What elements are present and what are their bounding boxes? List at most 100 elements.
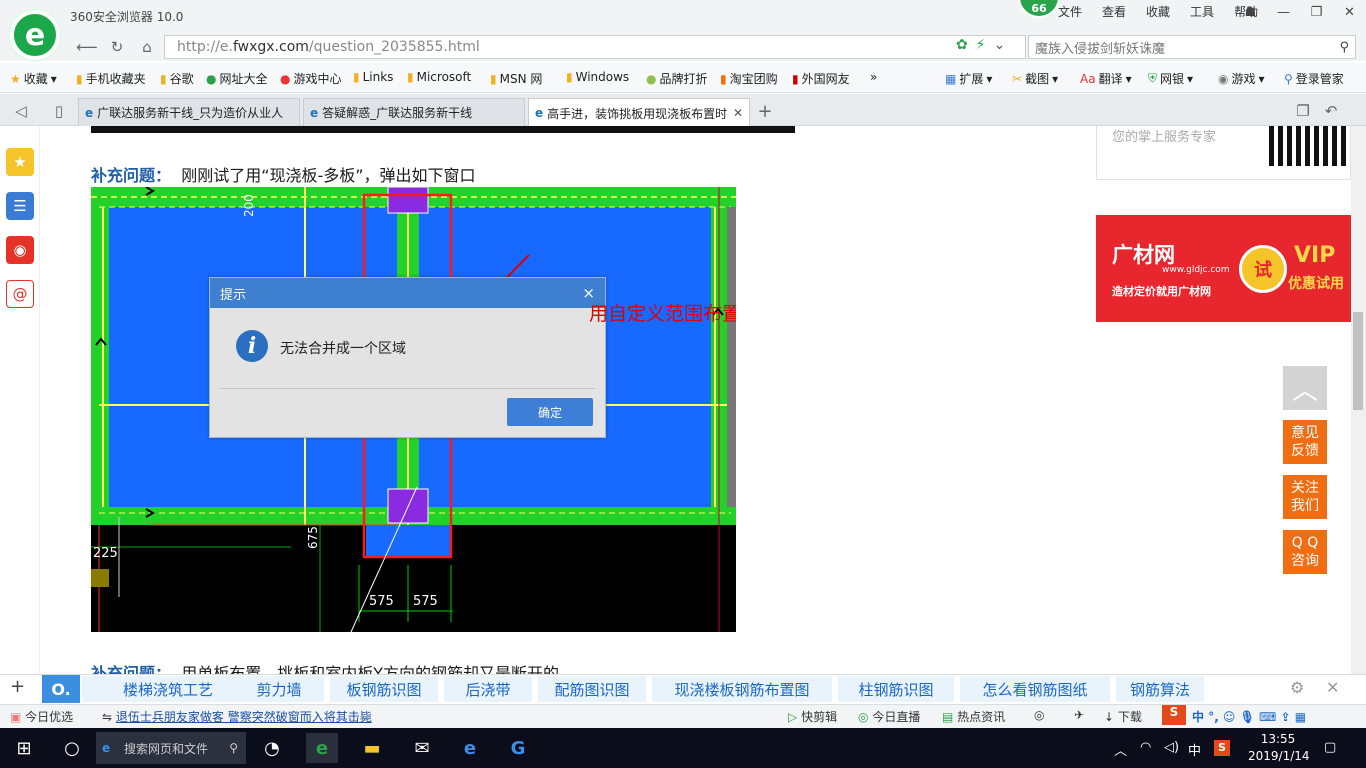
news-ticker[interactable]: ⇋ 退伍士兵朋友家做客 警察突然破窗而入将其击毙 (102, 708, 372, 725)
dialog-ok-button[interactable]: 确定 (507, 398, 593, 426)
refresh-icon[interactable]: ↻ (104, 37, 130, 57)
skin-icon[interactable]: ☗ (1234, 0, 1267, 24)
browser-logo-icon[interactable]: e (10, 10, 60, 60)
url-input[interactable]: http://e. fwxgx.com/question_2035855.html (164, 35, 1026, 59)
hotword-3[interactable]: 板钢筋识图 (330, 676, 438, 702)
site-favicon-icon: e (85, 105, 94, 120)
favorites-star-icon[interactable]: ★ (6, 148, 34, 176)
follow-us-button[interactable]: 关注 我们 (1283, 475, 1327, 519)
360-browser-taskbar-icon[interactable]: e (306, 733, 338, 763)
live-today[interactable]: ◎ 今日直播 (858, 708, 920, 725)
tab-1[interactable]: e 广联达服务新干线_只为造价从业人 (78, 98, 300, 126)
reading-list-icon[interactable]: ☰ (6, 192, 34, 220)
hotword-4[interactable]: 后浇带 (444, 676, 532, 702)
swirl-app-icon[interactable]: ◔ (256, 733, 288, 763)
gldjc-ad-banner[interactable]: 广材网 www.gldjc.com 造材定价就用广材网 试 VIP 优惠试用 (1096, 215, 1351, 322)
quick-edit[interactable]: ▷ 快剪辑 (788, 708, 837, 725)
feedback-button[interactable]: 意见 反馈 (1283, 420, 1327, 464)
tool-translate[interactable]: Aa 翻译 ▾ (1080, 70, 1132, 87)
maximize-button[interactable]: ❐ (1300, 0, 1333, 24)
cad-dim-225: 225 (93, 546, 118, 561)
red-annotation: 用自定义范围布置悬挑出来的板钢筋 (589, 303, 736, 325)
glodon-icon[interactable]: G (502, 733, 534, 763)
search-input[interactable]: 魔族入侵拔剑斩妖诛魔 ⚲ (1028, 35, 1356, 59)
tool-login[interactable]: ⚲ 登录管家 (1284, 70, 1344, 87)
volume-icon[interactable]: ◁) (1164, 740, 1179, 755)
undo-close-icon[interactable]: ↶ (1318, 101, 1344, 121)
sogou-tray-icon[interactable]: S (1214, 740, 1230, 756)
bookmark-google[interactable]: ▮ 谷歌 (160, 70, 194, 87)
mail-icon[interactable]: ✉ (406, 733, 438, 763)
bookmark-nav[interactable]: ● 网址大全 (206, 70, 268, 87)
close-icon[interactable]: ✕ (1326, 678, 1339, 697)
home-icon[interactable]: ⌂ (134, 37, 160, 57)
menu-tools[interactable]: 工具 (1190, 3, 1214, 20)
accelerate-icon[interactable]: ◎ (1034, 708, 1044, 722)
menu-view[interactable]: 查看 (1102, 3, 1126, 20)
hotword-9[interactable]: 钢筋算法 (1116, 676, 1204, 702)
tool-bank[interactable]: ⛨ 网银 ▾ (1148, 70, 1193, 87)
hotword-2[interactable]: 剪力墙 (234, 676, 324, 702)
close-button[interactable]: ✕ (1333, 0, 1366, 24)
add-icon[interactable]: + (10, 676, 25, 697)
minimize-button[interactable]: — (1267, 0, 1300, 24)
notification-center-icon[interactable]: ▢ (1324, 740, 1336, 755)
bookmark-microsoft[interactable]: ▮ Microsoft (407, 70, 471, 84)
bookmark-msn[interactable]: ▮ MSN 网 (490, 70, 542, 87)
file-explorer-icon[interactable]: ▬ (356, 733, 388, 763)
email-icon[interactable]: @ (6, 280, 34, 308)
gear-icon[interactable]: ⚙ (1290, 678, 1304, 697)
tool-extensions[interactable]: ▦ 扩展 ▾ (945, 70, 992, 87)
menu-file[interactable]: 文件 (1058, 3, 1082, 20)
taskbar-clock[interactable]: 13:55 2019/1/14 (1248, 731, 1310, 765)
tab-list-icon[interactable]: ▯ (46, 101, 72, 121)
hotword-6[interactable]: 现浇楼板钢筋布置图 (652, 676, 832, 702)
bookmark-brand-sale[interactable]: ● 品牌打折 (646, 70, 708, 87)
tab-2[interactable]: e 答疑解惑_广联达服务新干线 (303, 98, 525, 126)
weibo-icon[interactable]: ◉ (6, 236, 34, 264)
scrollbar-thumb[interactable] (1353, 312, 1363, 410)
windows-start-icon[interactable]: ⊞ (8, 733, 40, 763)
hotwords-logo-icon[interactable]: O. (42, 675, 80, 703)
bookmark-links[interactable]: ▮ Links (353, 70, 393, 84)
chevron-down-icon[interactable]: ⌄ (994, 37, 1006, 53)
security-shield-icon[interactable]: ✿ (956, 37, 968, 53)
hot-news[interactable]: ▤ 热点资讯 (942, 708, 1005, 725)
new-tab-icon[interactable]: + (752, 101, 778, 122)
tab-close-icon[interactable]: ✕ (733, 106, 743, 120)
network-icon[interactable]: ◠ (1140, 740, 1151, 755)
tool-game[interactable]: ◉ 游戏 ▾ (1218, 70, 1265, 87)
ime-mode[interactable]: 中 °, ☺ 🎙 ⌨ ⇪ ▦ (1192, 708, 1306, 725)
sidebar-toggle-icon[interactable]: ◁ (8, 101, 34, 121)
lang-indicator[interactable]: 中 (1188, 740, 1201, 759)
restore-tabs-icon[interactable]: ❐ (1290, 101, 1316, 121)
speed-mode-icon[interactable]: ⚡ (976, 37, 986, 53)
tool-screenshot[interactable]: ✂ 截图 ▾ (1012, 70, 1058, 87)
pin-icon[interactable]: ✈ (1074, 708, 1084, 722)
hotword-5[interactable]: 配筋图识图 (538, 676, 646, 702)
hotword-8[interactable]: 怎么看钢筋图纸 (960, 676, 1110, 702)
menu-favorites[interactable]: 收藏 (1146, 3, 1170, 20)
taskbar-search-input[interactable]: e 搜索网页和文件 ⚲ (96, 732, 246, 764)
tray-expand-icon[interactable]: ︿ (1114, 740, 1127, 759)
more-bookmarks-icon[interactable]: » (870, 70, 877, 84)
hotword-1[interactable]: 楼梯浇筑工艺 (82, 676, 254, 702)
downloads[interactable]: ↓ 下载 (1104, 708, 1142, 725)
back-arrow-icon[interactable]: ⟵ (74, 37, 100, 57)
bookmark-foreign[interactable]: ▮ 外国网友 (792, 70, 850, 87)
edge-icon[interactable]: e (454, 733, 486, 763)
bookmark-game-center[interactable]: ● 游戏中心 (280, 70, 342, 87)
hotword-7[interactable]: 柱钢筋识图 (838, 676, 954, 702)
cortana-icon[interactable]: ○ (56, 733, 88, 763)
bookmark-taobao[interactable]: ▮ 淘宝团购 (720, 70, 778, 87)
bookmark-mobile[interactable]: ▮ 手机收藏夹 (76, 70, 146, 87)
search-icon[interactable]: ⚲ (1339, 40, 1349, 55)
today-picks[interactable]: ▣ 今日优选 (10, 708, 73, 725)
bookmark-favorites[interactable]: ★ 收藏 ▾ (10, 70, 57, 87)
app-promo-box[interactable]: 您的掌上服务专家 (1096, 126, 1351, 180)
qq-consult-button[interactable]: Q Q 咨询 (1283, 530, 1327, 574)
tab-3-active[interactable]: e 高手进，装饰挑板用现浇板布置时 ✕ (528, 98, 750, 127)
sogou-ime-icon[interactable]: S (1162, 705, 1186, 725)
bookmark-windows[interactable]: ▮ Windows (566, 70, 629, 84)
back-to-top-button[interactable]: ︿ (1283, 366, 1327, 410)
